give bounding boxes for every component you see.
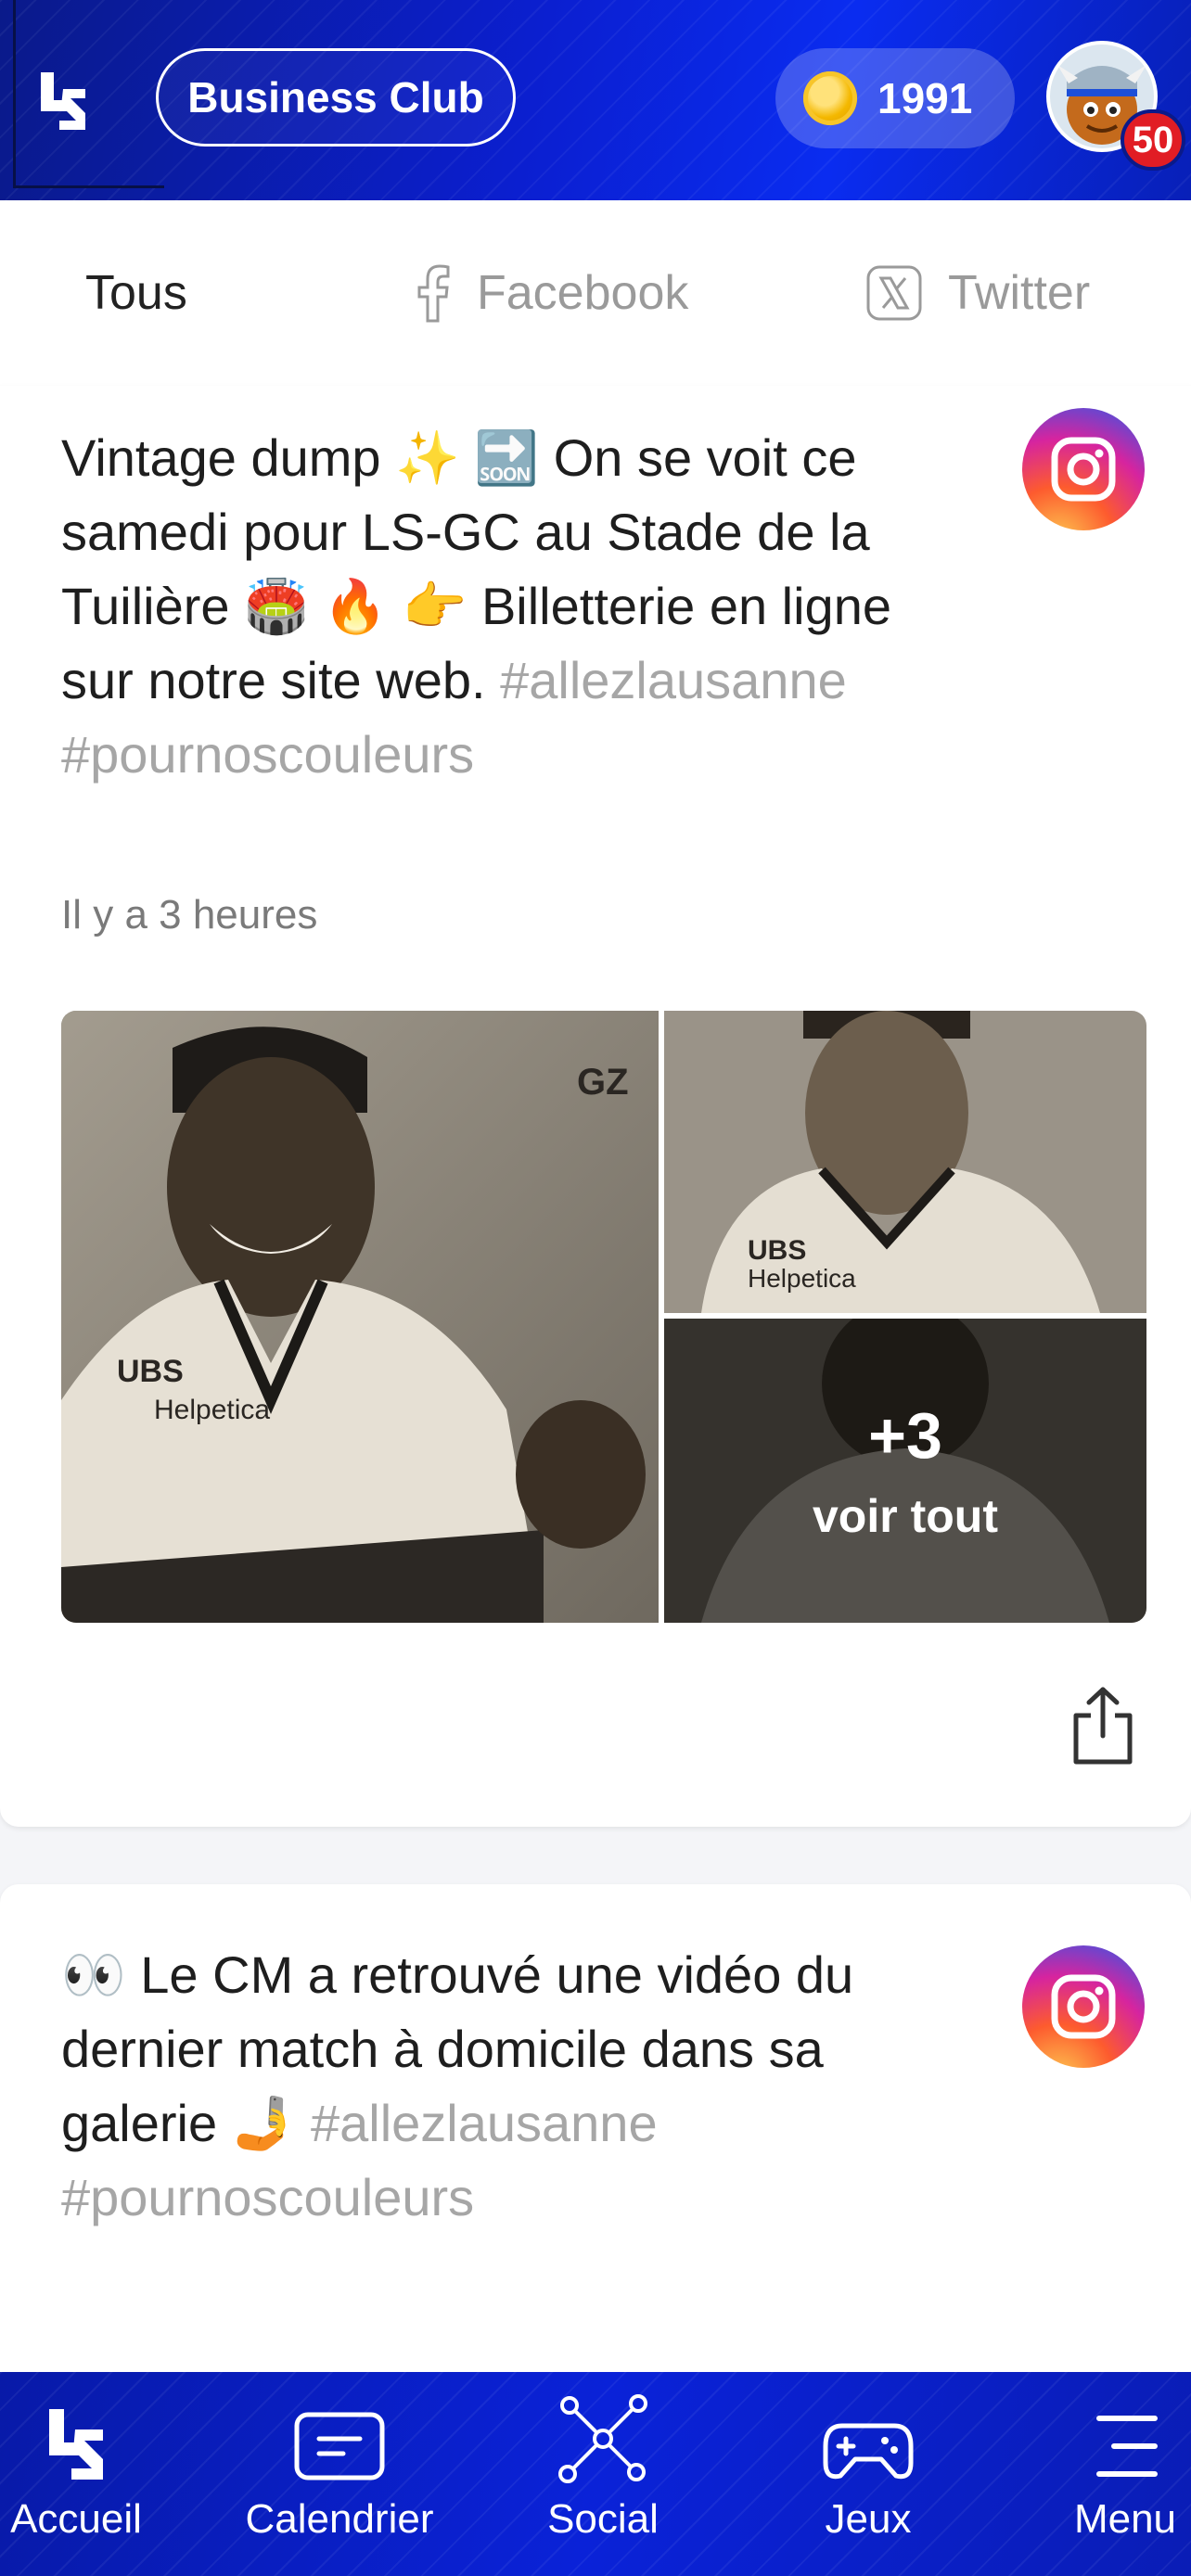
tab-all[interactable]: Tous — [85, 200, 187, 386]
x-twitter-icon — [866, 265, 922, 321]
see-all-overlay[interactable]: +3 voir tout — [664, 1319, 1146, 1623]
post-text: Vintage dump ✨ 🔜 On se voit ce samedi po… — [61, 421, 933, 792]
nav-games-label: Jeux — [825, 2496, 912, 2542]
notification-badge[interactable]: 50 — [1121, 109, 1185, 171]
tab-all-label: Tous — [85, 266, 187, 320]
post-card[interactable]: Vintage dump ✨ 🔜 On se voit ce samedi po… — [0, 386, 1191, 1827]
share-icon[interactable] — [1070, 1684, 1135, 1767]
post-card[interactable]: 👀 Le CM a retrouvé une vidéo du dernier … — [0, 1884, 1191, 2441]
nav-home[interactable]: Accueil — [0, 2372, 152, 2576]
see-all-photos-tile[interactable]: +3 voir tout — [664, 1319, 1146, 1623]
player-photo-2[interactable]: UBS Helpetica — [664, 1011, 1146, 1313]
nav-menu[interactable]: Menu — [1059, 2372, 1191, 2576]
facebook-icon — [414, 263, 451, 323]
top-bar: Business Club 1991 — [0, 0, 1191, 200]
svg-text:Helpetica: Helpetica — [154, 1395, 270, 1425]
tab-twitter[interactable]: Twitter — [866, 200, 1090, 386]
ls-logo-icon — [44, 2372, 109, 2483]
nav-social-label: Social — [547, 2496, 659, 2542]
nav-social[interactable]: Social — [519, 2372, 686, 2576]
gamepad-icon — [822, 2372, 915, 2483]
instagram-icon[interactable] — [1022, 408, 1145, 530]
nav-calendar-label: Calendrier — [245, 2496, 434, 2542]
network-icon — [557, 2372, 649, 2483]
tab-twitter-label: Twitter — [948, 266, 1091, 320]
nav-calendar[interactable]: Calendrier — [219, 2372, 460, 2576]
see-all-label: voir tout — [813, 1490, 998, 1542]
player-photo-main[interactable]: UBS Helpetica GZ — [61, 1011, 659, 1623]
photo-gallery[interactable]: UBS Helpetica GZ UBS Helpetica +3 voir t… — [61, 1011, 1146, 1623]
svg-text:GZ: GZ — [577, 1062, 629, 1103]
coin-count: 1991 — [877, 74, 973, 122]
tab-facebook[interactable]: Facebook — [414, 200, 688, 386]
business-club-button[interactable]: Business Club — [156, 48, 516, 147]
tab-facebook-label: Facebook — [477, 266, 689, 320]
post-timestamp: Il y a 3 heures — [61, 892, 318, 937]
social-filter-tabs: Tous Facebook Twitter — [0, 200, 1191, 386]
coin-balance[interactable]: 1991 — [775, 48, 1015, 148]
svg-text:UBS: UBS — [748, 1235, 806, 1266]
instagram-icon[interactable] — [1022, 1945, 1145, 2068]
nav-games[interactable]: Jeux — [794, 2372, 942, 2576]
svg-text:Helpetica: Helpetica — [748, 1264, 856, 1293]
post-text: 👀 Le CM a retrouvé une vidéo du dernier … — [61, 1938, 933, 2235]
svg-text:UBS: UBS — [117, 1354, 184, 1389]
calendar-icon — [293, 2372, 386, 2483]
coin-icon — [803, 71, 857, 125]
bottom-navigation: Accueil Calendrier Social Jeux Menu — [0, 2372, 1191, 2576]
nav-menu-label: Menu — [1073, 2496, 1177, 2542]
nav-home-label: Accueil — [10, 2496, 142, 2542]
ls-logo-icon[interactable] — [35, 69, 91, 134]
menu-icon — [1088, 2372, 1162, 2483]
more-photos-count: +3 — [868, 1399, 942, 1472]
